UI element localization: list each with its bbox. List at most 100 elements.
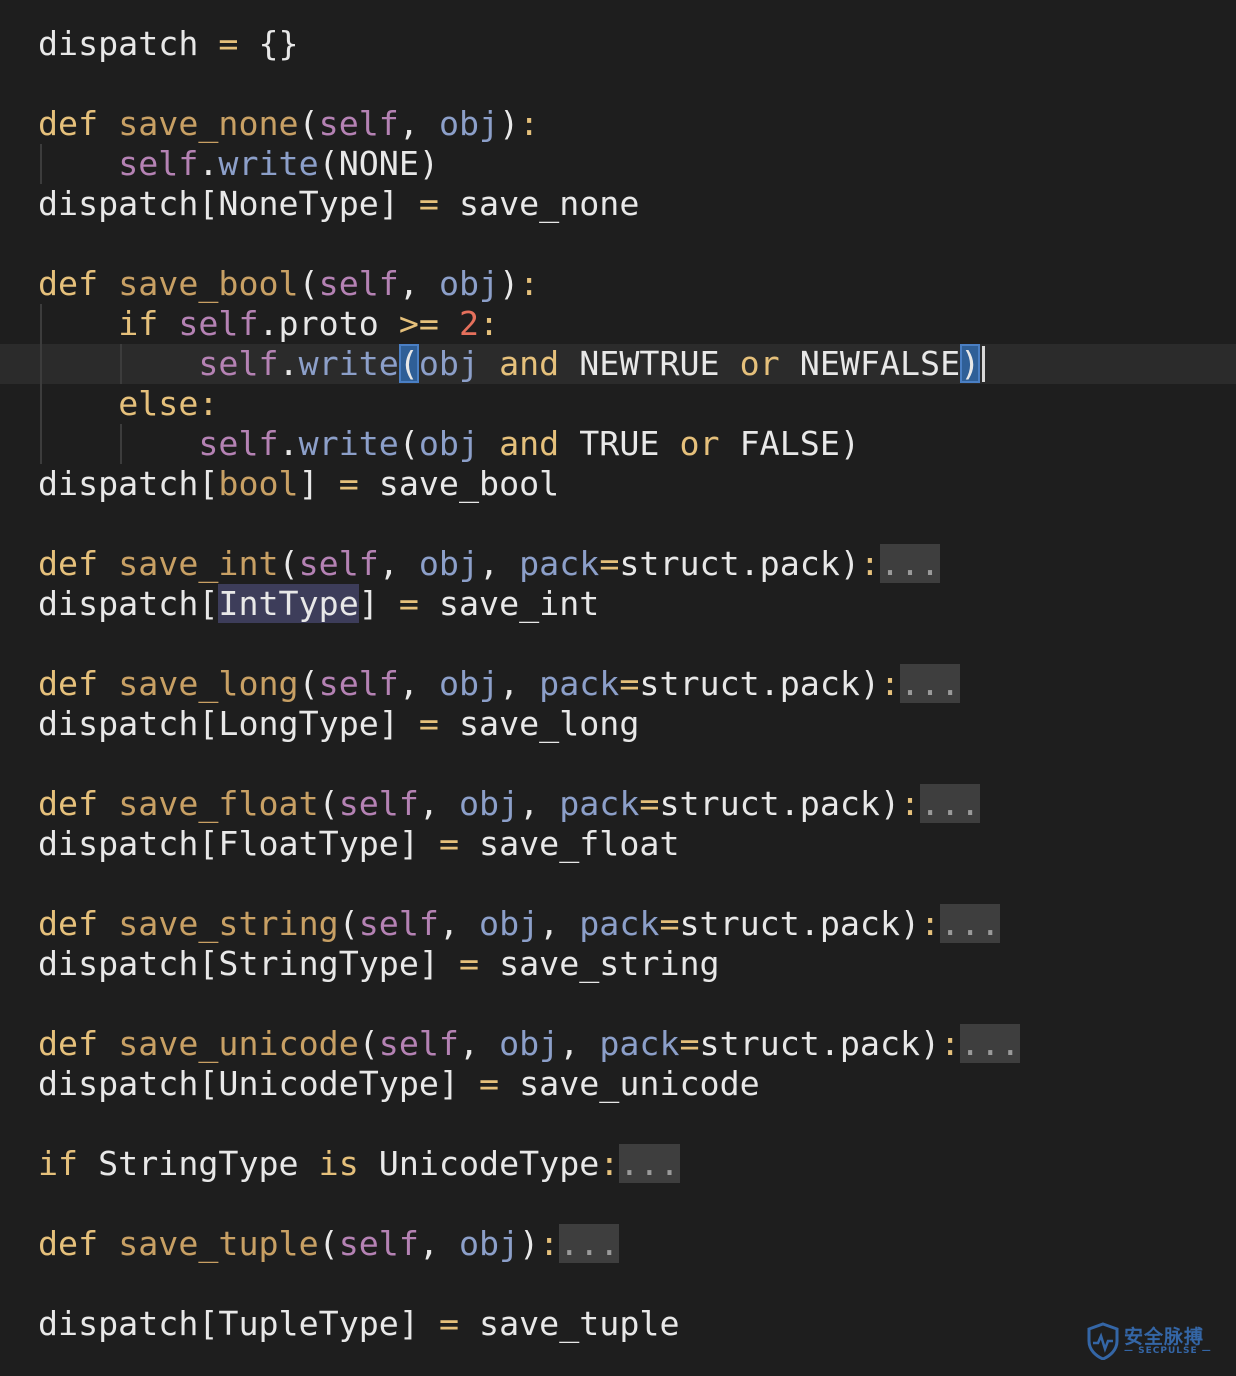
code-line[interactable]: def save_string(self, obj, pack=struct.p… [0, 904, 1236, 944]
code-line[interactable]: dispatch = {} [0, 24, 1236, 64]
code-text: if self.proto >= 2: [38, 304, 499, 344]
code-line[interactable]: dispatch[bool] = save_bool [0, 464, 1236, 504]
code-line[interactable]: def save_tuple(self, obj):... [0, 1224, 1236, 1264]
code-token: obj [418, 424, 480, 463]
code-token: , [398, 664, 439, 703]
code-token: struct.pack) [699, 1024, 941, 1063]
code-token: IntType [218, 584, 359, 623]
code-line[interactable] [0, 1184, 1236, 1224]
code-token: ( [398, 424, 419, 463]
code-token: def [38, 904, 99, 943]
code-token: self [198, 424, 279, 463]
code-line[interactable]: dispatch[StringType] = save_string [0, 944, 1236, 984]
code-line[interactable]: self.write(obj and TRUE or FALSE) [0, 424, 1236, 464]
code-token: = [619, 664, 640, 703]
folded-code-marker[interactable]: ... [960, 1024, 1021, 1063]
code-text: def save_none(self, obj): [38, 104, 539, 144]
code-token: write [218, 144, 319, 183]
code-line[interactable]: dispatch[FloatType] = save_float [0, 824, 1236, 864]
code-token: : [198, 384, 219, 423]
code-token: save_long [438, 704, 640, 743]
folded-code-marker[interactable]: ... [559, 1224, 620, 1263]
code-token: NEWTRUE [559, 344, 740, 383]
code-token: ( [298, 264, 319, 303]
code-line[interactable]: dispatch[UnicodeType] = save_unicode [0, 1064, 1236, 1104]
code-token: = [599, 544, 620, 583]
code-line[interactable]: def save_none(self, obj): [0, 104, 1236, 144]
code-token: , [438, 904, 480, 943]
code-line[interactable] [0, 984, 1236, 1024]
code-line[interactable]: dispatch[LongType] = save_long [0, 704, 1236, 744]
code-text: def save_bool(self, obj): [38, 264, 539, 304]
code-token: dispatch[StringType] [38, 944, 459, 983]
code-token: save_unicode [118, 1024, 359, 1063]
folded-code-marker[interactable]: ... [879, 544, 941, 583]
code-token: else [118, 384, 199, 423]
secpulse-watermark: 安全脉搏 — SECPULSE — [1086, 1322, 1222, 1362]
code-line[interactable]: if self.proto >= 2: [0, 304, 1236, 344]
code-token: : [879, 664, 901, 703]
code-token: dispatch[NoneType] [38, 184, 419, 223]
code-token: bool [218, 464, 299, 503]
code-line[interactable] [0, 504, 1236, 544]
code-text: dispatch[UnicodeType] = save_unicode [38, 1064, 760, 1104]
code-token: TRUE [559, 424, 680, 463]
code-line[interactable] [0, 864, 1236, 904]
code-token: save_tuple [118, 1224, 319, 1263]
code-text: self.write(obj and NEWTRUE or NEWFALSE) [38, 344, 981, 384]
code-line[interactable] [0, 744, 1236, 784]
code-line[interactable]: dispatch[TupleType] = save_tuple [0, 1304, 1236, 1344]
code-token: , [418, 1224, 459, 1263]
code-token: pack [599, 1024, 680, 1063]
code-line[interactable] [0, 64, 1236, 104]
code-token: dispatch[TupleType] [38, 1304, 439, 1343]
code-line[interactable]: self.write(obj and NEWTRUE or NEWFALSE) [0, 344, 1236, 384]
folded-code-marker[interactable]: ... [900, 664, 961, 703]
code-token: : [859, 544, 880, 583]
code-text: dispatch[NoneType] = save_none [38, 184, 639, 224]
code-line[interactable]: def save_bool(self, obj): [0, 264, 1236, 304]
code-line[interactable]: dispatch[IntType] = save_int [0, 584, 1236, 624]
code-text: def save_tuple(self, obj):... [38, 1224, 620, 1264]
code-line[interactable]: if StringType is UnicodeType:... [0, 1144, 1236, 1184]
code-line[interactable] [0, 1104, 1236, 1144]
code-line[interactable]: dispatch[NoneType] = save_none [0, 184, 1236, 224]
code-line[interactable]: else: [0, 384, 1236, 424]
code-line[interactable]: def save_float(self, obj, pack=struct.pa… [0, 784, 1236, 824]
code-editor[interactable]: dispatch = {} def save_none(self, obj): s… [0, 0, 1236, 1376]
folded-code-marker[interactable]: ... [920, 784, 981, 823]
shield-logo-icon [1087, 1322, 1119, 1360]
code-text: def save_string(self, obj, pack=struct.p… [38, 904, 1001, 944]
code-token: dispatch[ [38, 584, 219, 623]
code-token: obj [438, 664, 500, 703]
code-line[interactable]: def save_long(self, obj, pack=struct.pac… [0, 664, 1236, 704]
code-token: or [679, 424, 720, 463]
code-token: NEWFALSE [779, 344, 961, 383]
folded-code-marker[interactable]: ... [619, 1144, 680, 1183]
code-text: dispatch[bool] = save_bool [38, 464, 559, 504]
code-token: = [418, 704, 439, 743]
code-text: if StringType is UnicodeType:... [38, 1144, 680, 1184]
code-token: self [318, 104, 399, 143]
folded-code-marker[interactable]: ... [940, 904, 1001, 943]
code-line[interactable]: self.write(NONE) [0, 144, 1236, 184]
code-line[interactable] [0, 224, 1236, 264]
code-line[interactable] [0, 1264, 1236, 1304]
code-token: self [178, 304, 259, 343]
code-token: def [38, 1224, 99, 1263]
code-token: ) [519, 1224, 540, 1263]
code-token: dispatch [38, 24, 219, 63]
watermark-subtext: — SECPULSE — [1124, 1346, 1212, 1356]
code-line[interactable]: def save_int(self, obj, pack=struct.pack… [0, 544, 1236, 584]
code-token: = [438, 1304, 459, 1343]
code-token: save_none [438, 184, 640, 223]
code-line[interactable] [0, 624, 1236, 664]
code-line[interactable]: def save_unicode(self, obj, pack=struct.… [0, 1024, 1236, 1064]
code-text: def save_int(self, obj, pack=struct.pack… [38, 544, 941, 584]
code-token: = [398, 584, 419, 623]
